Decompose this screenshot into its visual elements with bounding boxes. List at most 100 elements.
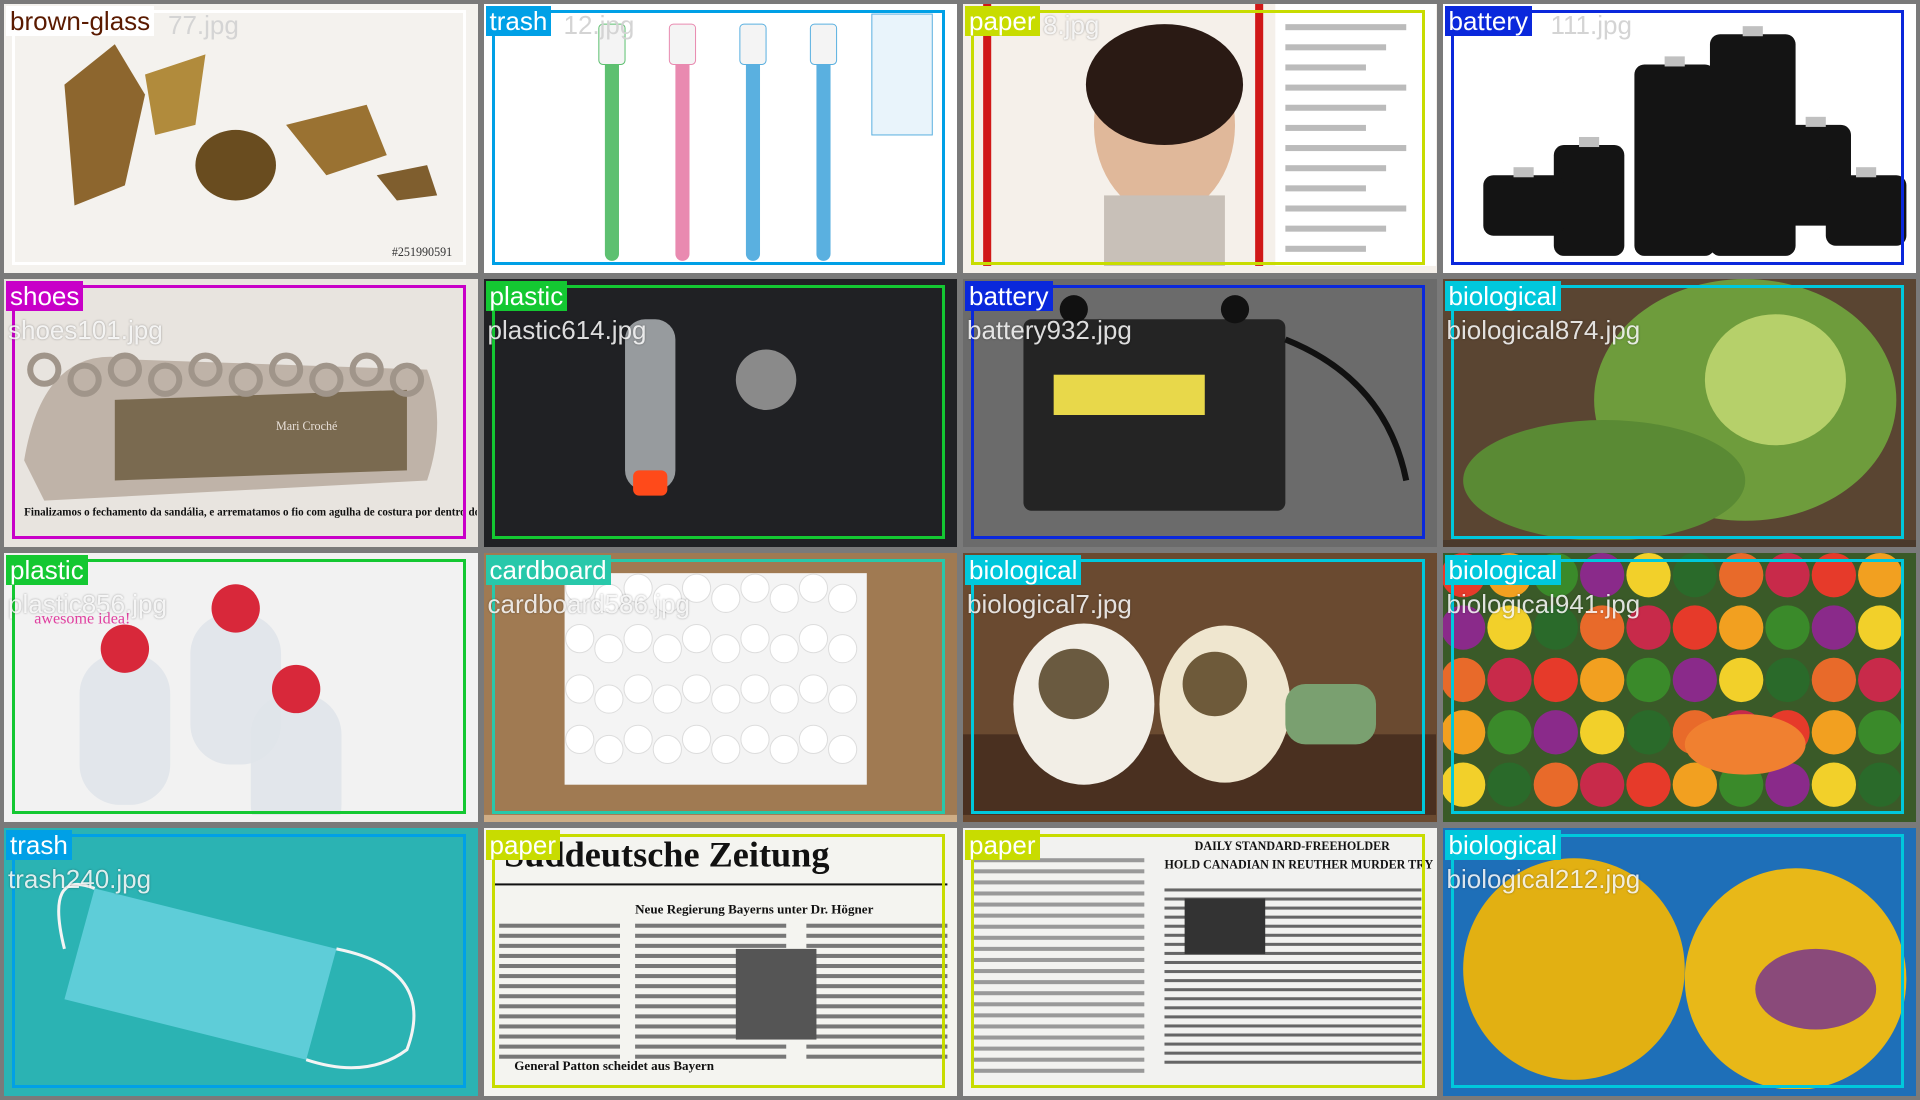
text-line	[1285, 165, 1387, 172]
bruise-spot	[1754, 948, 1876, 1029]
bristles	[809, 23, 837, 65]
vegetable	[1718, 657, 1763, 703]
text-line	[973, 868, 1145, 873]
image-tile: DAILY STANDARD-FREEHOLDER HOLD CANADIAN I…	[963, 827, 1437, 1096]
image-tile: trash trash240.jpg	[4, 827, 478, 1096]
toothbrush	[604, 34, 619, 261]
filename-label: plastic856.jpg	[8, 589, 167, 619]
text-line	[805, 943, 947, 948]
vegetable	[1579, 762, 1624, 807]
filename-label: 12.jpg	[563, 10, 635, 40]
vegetable	[1811, 710, 1856, 755]
text-line	[805, 1054, 947, 1059]
class-label: plastic	[6, 555, 88, 585]
battery-terminal	[1578, 136, 1599, 148]
text-line	[1285, 24, 1407, 31]
vegetable	[1718, 553, 1763, 598]
text-line	[1164, 1005, 1422, 1009]
filename-label: trash240.jpg	[8, 863, 152, 894]
text-line	[1164, 1060, 1422, 1064]
bottle-cap	[271, 664, 321, 714]
vegetable	[1764, 605, 1810, 650]
image-tile: trash 12.jpg	[483, 4, 957, 273]
text-line	[973, 979, 1145, 984]
toothbrush	[815, 34, 831, 261]
filename-label: biological7.jpg	[967, 589, 1132, 619]
text-line	[1164, 987, 1422, 991]
class-label: biological	[1444, 829, 1561, 860]
image-tile: #251990591 brown-glass 77.jpg	[4, 4, 478, 273]
car-battery	[1023, 318, 1286, 511]
text-line	[1285, 225, 1387, 232]
text-line	[498, 1013, 620, 1018]
packing-peanut	[593, 734, 624, 765]
image-tile: cardboard cardboard586.jpg	[483, 553, 957, 822]
packing-peanut	[769, 634, 799, 664]
text-line	[498, 973, 620, 978]
vegetable	[1857, 553, 1902, 598]
text-line	[498, 1034, 620, 1039]
vegetable	[1533, 657, 1578, 703]
text-line	[498, 983, 620, 988]
bottle-cap	[632, 469, 667, 496]
text-line	[973, 968, 1145, 973]
packing-peanut	[769, 734, 799, 765]
bottle-cap	[211, 584, 260, 633]
packing-peanut	[652, 684, 682, 714]
text-line	[1164, 1033, 1422, 1037]
vegetable	[1857, 762, 1902, 807]
portrait-shoulders	[1104, 195, 1225, 266]
packing-peanut	[798, 573, 828, 603]
battery-terminal	[1805, 116, 1826, 127]
vegetable	[1811, 762, 1856, 807]
image-tile: biological biological874.jpg	[1442, 278, 1916, 547]
class-label: trash	[485, 6, 552, 36]
text-line	[498, 953, 620, 958]
magazine-border	[983, 4, 992, 266]
image-tile: battery battery932.jpg	[963, 278, 1437, 547]
text-line	[973, 990, 1145, 995]
newspaper-headline: General Patton scheidet aus Bayern	[514, 1057, 715, 1072]
battery-terminal	[1664, 56, 1685, 67]
filename-label: cardboard586.jpg	[487, 589, 690, 619]
photo	[963, 4, 1437, 266]
packing-peanut	[739, 674, 770, 704]
text-line	[1164, 978, 1422, 982]
packing-peanut	[623, 624, 653, 654]
text-line	[805, 983, 947, 988]
text-line	[973, 1035, 1145, 1040]
vegetable	[1579, 657, 1624, 703]
packing-peanut	[710, 634, 740, 664]
filename-label: biological941.jpg	[1446, 589, 1641, 619]
text-line	[634, 923, 786, 928]
text-line	[805, 973, 947, 978]
package	[870, 13, 933, 136]
battery-label	[1053, 374, 1205, 415]
text-line	[1164, 996, 1422, 1000]
text-line	[805, 1023, 947, 1028]
text-line	[634, 933, 786, 938]
packing-peanut	[681, 724, 711, 754]
text-line	[973, 879, 1145, 884]
radish-core	[1182, 651, 1248, 717]
text-line	[805, 1013, 947, 1018]
packing-peanut	[827, 583, 857, 613]
newspaper-headline: Neue Regierung Bayerns unter Dr. Högner	[635, 901, 873, 916]
text-line	[1285, 245, 1366, 252]
radish-leaves	[1285, 683, 1377, 745]
text-line	[1285, 44, 1387, 51]
cabbage-head	[1704, 313, 1846, 445]
filename-label: plastic614.jpg	[487, 314, 647, 345]
text-line	[1164, 887, 1422, 891]
battery-cell	[1482, 175, 1564, 236]
class-label: paper	[965, 6, 1040, 36]
watermark-caption: Mari Croché	[276, 419, 337, 433]
photo	[483, 4, 957, 266]
packing-peanut	[564, 674, 594, 704]
text-line	[498, 1023, 620, 1028]
packing-peanut	[798, 674, 828, 704]
packing-peanut	[739, 724, 770, 754]
plastic-bottle	[79, 653, 171, 805]
packing-peanut	[827, 634, 857, 664]
photo: DAILY STANDARD-FREEHOLDER HOLD CANADIAN I…	[963, 827, 1437, 1090]
